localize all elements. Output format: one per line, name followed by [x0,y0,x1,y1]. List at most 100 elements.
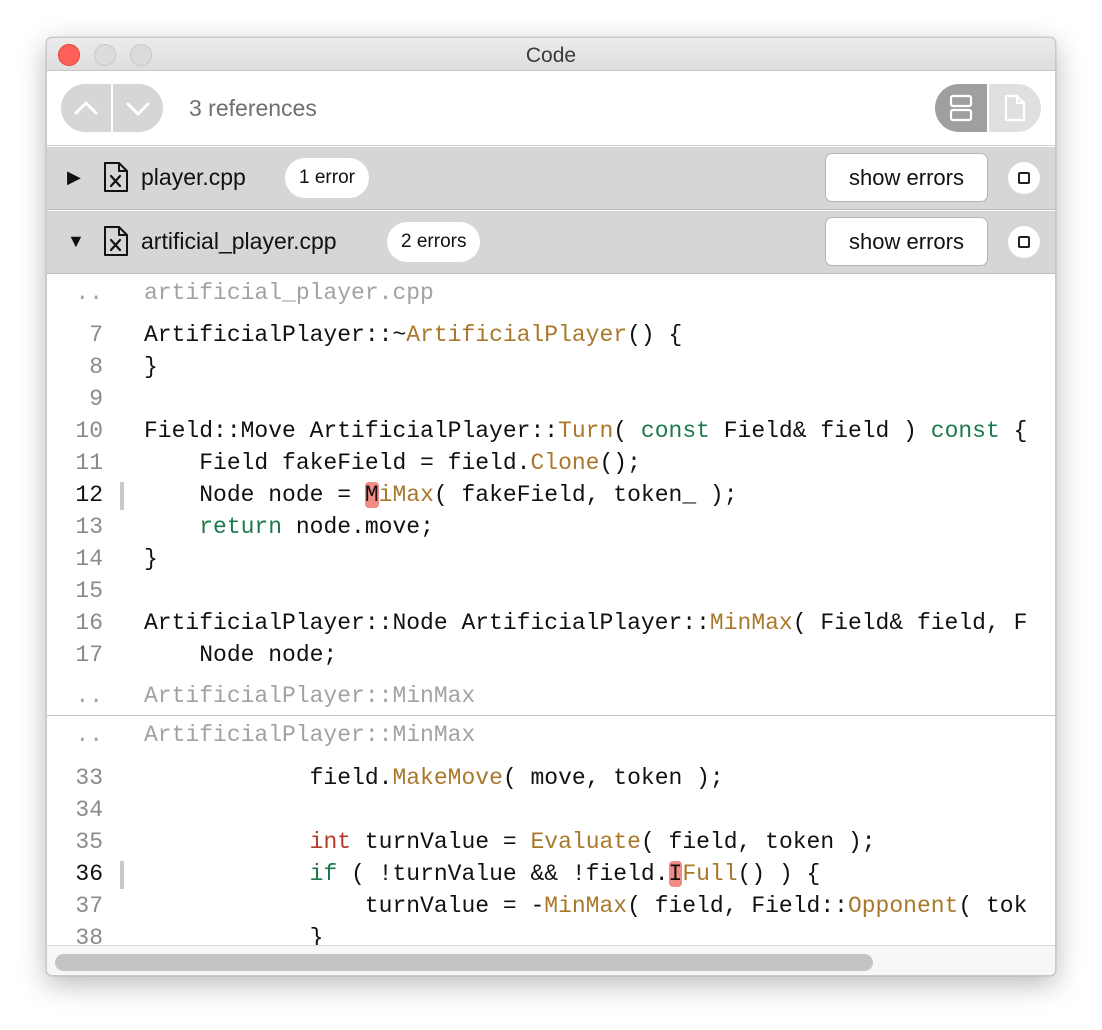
code-token: iMax [378,482,434,508]
file-name[interactable]: player.cpp [141,164,246,191]
code-line[interactable]: 38 } [47,922,1055,945]
code-line[interactable]: 14} [47,543,1055,575]
code-line[interactable]: 10 Field::Move ArtificialPlayer::Turn( co… [47,415,1055,447]
code-token: { [999,418,1028,444]
file-row-player[interactable]: ▶ player.cpp 1 error show errors [47,147,1055,210]
code-token: const [640,418,710,444]
code-text: Node node = MiMax( fakeField, token_ ); [144,479,738,511]
line-number: 10 [75,418,103,444]
code-text: Node node; [144,639,337,671]
previous-reference-button[interactable] [61,84,111,132]
code-window: Code 3 references ▶ player.cpp 1 error s… [46,37,1056,976]
line-number: 33 [75,765,103,791]
code-token: ArtificialPlayer [406,322,628,348]
code-token: } [144,354,158,380]
code-token: Node node = [144,482,365,508]
active-line-marker [120,861,124,889]
code-line[interactable]: 16 ArtificialPlayer::Node ArtificialPlaye… [47,607,1055,639]
line-number: 7 [89,322,103,348]
line-number: 13 [75,514,103,540]
line-number: 9 [89,386,103,412]
code-token: return [199,514,283,540]
code-line[interactable]: 35 int turnValue = Evaluate( field, toke… [47,826,1055,858]
code-token: Opponent [847,893,959,919]
line-number: 11 [75,450,103,476]
code-token: Clone [530,450,600,476]
code-token: ( Field& field, F [792,610,1028,636]
code-line[interactable]: 11 Field fakeField = field.Clone(); [47,447,1055,479]
line-number: 38 [75,925,103,945]
code-line[interactable]: 13 return node.move; [47,511,1055,543]
line-number: 36 [75,861,103,887]
code-line[interactable]: 7 ArtificialPlayer::~ArtificialPlayer() { [47,319,1055,351]
chevron-up-icon [74,101,98,115]
code-token: ( move, token ); [502,765,724,791]
code-excerpt-2[interactable]: .. ArtificialPlayer::MinMax 33 field.MakeM… [47,717,1055,945]
line-number: 15 [75,578,103,604]
code-token: ( [613,418,641,444]
stop-icon [1018,172,1030,184]
code-token: if [309,861,338,887]
file-name[interactable]: artificial_player.cpp [141,228,337,255]
code-token: MakeMove [392,765,503,791]
code-line[interactable]: 33 field.MakeMove( move, token ); [47,762,1055,794]
chevron-down-icon [126,102,150,116]
context-gutter: .. [75,722,103,748]
code-token: field. [144,765,393,791]
code-line[interactable]: 34 [47,794,1055,826]
code-line[interactable]: 8} [47,351,1055,383]
disclosure-triangle-icon[interactable]: ▶ [67,167,81,187]
code-token: Field& field ) [709,418,931,444]
window-title: Code [525,44,577,67]
code-line[interactable]: 36 if ( !turnValue && !field.IFull() ) { [47,858,1055,890]
line-number: 14 [75,546,103,572]
error-highlight[interactable]: M [364,482,379,508]
toolbar: 3 references [47,72,1055,146]
next-reference-button[interactable] [113,84,163,132]
code-token: () { [627,322,683,348]
code-line[interactable]: 15 [47,575,1055,607]
code-token: () ) { [737,861,821,887]
document-icon [1004,94,1026,122]
context-gutter: .. [75,280,103,306]
show-errors-button[interactable]: show errors [825,217,988,266]
active-line-marker [120,482,124,510]
code-line[interactable]: 17 Node node; [47,639,1055,671]
split-view-button[interactable] [935,84,987,132]
line-number: 35 [75,829,103,855]
stop-button[interactable] [1008,226,1040,258]
line-number: 17 [75,642,103,668]
code-token: node.move; [282,514,434,540]
scrollbar-thumb[interactable] [55,954,873,971]
code-text: } [144,543,158,575]
code-token: MinMax [544,893,628,919]
code-token: ( field, token ); [640,829,876,855]
code-token: ArtificialPlayer::~ [144,322,407,348]
code-token: ( field, Field:: [627,893,848,919]
code-text: ArtificialPlayer::~ArtificialPlayer() { [144,319,682,351]
code-line[interactable]: 37 turnValue = -MinMax( field, Field::Op… [47,890,1055,922]
code-token: ( fakeField, token_ ); [433,482,738,508]
line-number: 12 [75,482,103,508]
error-highlight[interactable]: I [668,861,683,887]
code-text: int turnValue = Evaluate( field, token )… [144,826,876,858]
code-text: Field::Move ArtificialPlayer::Turn( cons… [144,415,1027,447]
show-errors-button[interactable]: show errors [825,153,988,202]
code-line[interactable]: 12 Node node = MiMax( fakeField, token_ … [47,479,1055,511]
code-text: ArtificialPlayer::Node ArtificialPlayer:… [144,607,1027,639]
code-token: MinMax [709,610,793,636]
horizontal-scrollbar[interactable] [47,945,1055,975]
disclosure-triangle-icon[interactable]: ▼ [67,231,85,251]
file-row-artificial-player[interactable]: ▼ artificial_player.cpp 2 errors show er… [47,211,1055,274]
code-token: turnValue = [351,829,531,855]
single-file-view-button[interactable] [989,84,1041,132]
code-text: field.MakeMove( move, token ); [144,762,724,794]
stop-icon [1018,236,1030,248]
code-excerpt-1[interactable]: .. artificial_player.cpp 7 ArtificialPlayer… [47,275,1055,716]
context-label: artificial_player.cpp [144,280,434,306]
stop-button[interactable] [1008,162,1040,194]
title-bar: Code [47,38,1055,71]
code-line[interactable]: 9 [47,383,1055,415]
code-token: Evaluate [530,829,641,855]
code-token: Field::Move ArtificialPlayer:: [144,418,559,444]
